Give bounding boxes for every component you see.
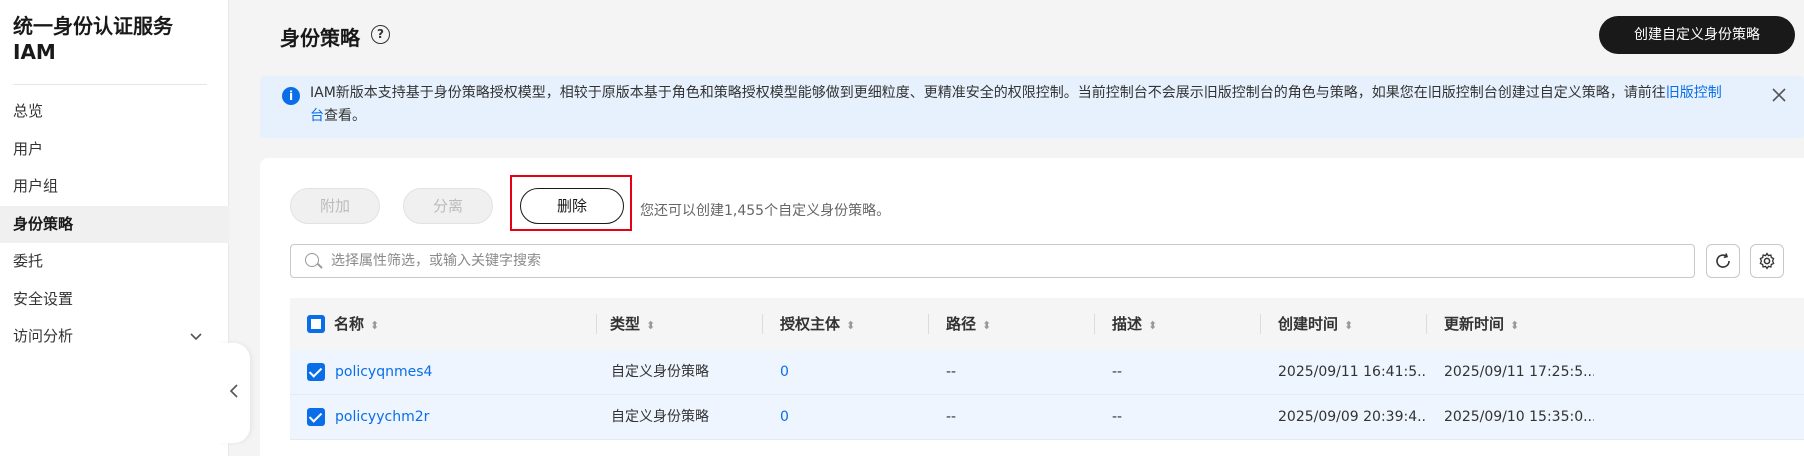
sidebar: 统一身份认证服务 IAM 总览 用户 用户组 身份策略 委托 安全设置 访问分析 <box>0 0 229 456</box>
detach-button[interactable]: 分离 <box>403 188 493 224</box>
column-header-type[interactable]: 类型 ⬍ <box>610 298 655 350</box>
service-title: 统一身份认证服务 IAM <box>13 13 213 65</box>
policy-table: 名称 ⬍ 类型 ⬍ 授权主体 ⬍ 路径 ⬍ 描述 ⬍ 创建时间 ⬍ 更新时间 ⬍ policy… <box>290 298 1804 440</box>
notice-text-tail: 查看。 <box>324 108 366 124</box>
gear-icon <box>1758 250 1776 271</box>
sidebar-item-label: 总览 <box>13 102 44 120</box>
column-divider <box>596 314 597 334</box>
policy-description: -- <box>1112 364 1123 380</box>
chevron-left-icon <box>229 383 239 404</box>
policy-description: -- <box>1112 409 1123 425</box>
sidebar-item-identity-policies[interactable]: 身份策略 <box>0 205 229 243</box>
help-icon[interactable]: ? <box>371 25 390 44</box>
quota-text: 您还可以创建1,455个自定义身份策略。 <box>640 203 891 219</box>
search-placeholder: 选择属性筛选，或输入关键字搜索 <box>331 253 541 269</box>
search-icon <box>305 253 319 267</box>
column-header-path[interactable]: 路径 ⬍ <box>946 298 991 350</box>
refresh-icon <box>1714 250 1732 271</box>
sort-icon: ⬍ <box>846 319 856 332</box>
sidebar-item-security-settings[interactable]: 安全设置 <box>0 281 229 319</box>
created-time: 2025/09/11 16:41:5... <box>1278 364 1426 380</box>
policy-name-link[interactable]: policyqnmes4 <box>335 350 595 395</box>
column-header-name[interactable]: 名称 ⬍ <box>334 298 379 350</box>
column-label: 更新时间 <box>1444 315 1505 333</box>
page-title: 身份策略 <box>280 26 360 50</box>
sidebar-divider <box>13 84 207 85</box>
column-divider <box>928 314 929 334</box>
principals-count-link[interactable]: 0 <box>780 350 920 395</box>
sidebar-item-label: 安全设置 <box>13 289 74 308</box>
column-label: 授权主体 <box>780 315 841 333</box>
sidebar-item-access-analysis[interactable]: 访问分析 <box>0 318 229 356</box>
column-divider <box>1260 314 1261 334</box>
settings-button[interactable] <box>1750 244 1784 278</box>
table-row[interactable]: policyychm2r 自定义身份策略 0 -- -- 2025/09/09 … <box>290 395 1804 440</box>
column-header-description[interactable]: 描述 ⬍ <box>1112 298 1157 350</box>
app-root: 统一身份认证服务 IAM 总览 用户 用户组 身份策略 委托 安全设置 访问分析… <box>0 0 1804 456</box>
sidebar-collapse-handle[interactable] <box>218 343 250 443</box>
policy-path: -- <box>946 364 957 380</box>
close-icon[interactable] <box>1772 82 1786 108</box>
column-header-principals[interactable]: 授权主体 ⬍ <box>780 298 855 350</box>
column-header-updated[interactable]: 更新时间 ⬍ <box>1444 298 1519 350</box>
notice-text: IAM新版本支持基于身份策略授权模型，相较于原版本基于角色和策略授权模型能够做到… <box>310 82 1730 128</box>
notice-text-main: IAM新版本支持基于身份策略授权模型，相较于原版本基于角色和策略授权模型能够做到… <box>310 85 1666 101</box>
search-input[interactable]: 选择属性筛选，或输入关键字搜索 <box>290 244 1695 278</box>
created-time: 2025/09/09 20:39:4... <box>1278 409 1426 425</box>
sort-icon: ⬍ <box>1148 319 1158 332</box>
chevron-down-icon <box>189 318 203 356</box>
column-label: 名称 <box>334 315 365 333</box>
table-header: 名称 ⬍ 类型 ⬍ 授权主体 ⬍ 路径 ⬍ 描述 ⬍ 创建时间 ⬍ 更新时间 ⬍ <box>290 298 1804 350</box>
sidebar-item-label: 用户组 <box>13 177 59 195</box>
attach-button[interactable]: 附加 <box>290 188 380 224</box>
column-divider <box>1094 314 1095 334</box>
policy-list-card: 附加 分离 删除 您还可以创建1,455个自定义身份策略。 选择属性筛选，或输入… <box>260 158 1804 456</box>
create-custom-policy-button[interactable]: 创建自定义身份策略 <box>1599 16 1795 54</box>
row-checkbox[interactable] <box>307 408 325 426</box>
column-divider <box>1426 314 1427 334</box>
info-notice: i IAM新版本支持基于身份策略授权模型，相较于原版本基于角色和策略授权模型能够… <box>260 76 1804 138</box>
principals-count-link[interactable]: 0 <box>780 395 920 440</box>
policy-type: 自定义身份策略 <box>611 409 709 425</box>
updated-time: 2025/09/11 17:25:5... <box>1444 364 1594 380</box>
column-label: 描述 <box>1112 315 1143 333</box>
select-all-checkbox[interactable] <box>307 315 325 333</box>
column-header-created[interactable]: 创建时间 ⬍ <box>1278 298 1353 350</box>
sidebar-item-users[interactable]: 用户 <box>0 131 229 169</box>
column-label: 路径 <box>946 315 977 333</box>
table-row[interactable]: policyqnmes4 自定义身份策略 0 -- -- 2025/09/11 … <box>290 350 1804 395</box>
updated-time: 2025/09/10 15:35:0... <box>1444 409 1594 425</box>
sort-icon: ⬍ <box>370 319 380 332</box>
info-icon: i <box>282 87 300 105</box>
sidebar-item-label: 身份策略 <box>13 214 74 233</box>
refresh-button[interactable] <box>1706 244 1740 278</box>
sort-icon: ⬍ <box>982 319 992 332</box>
policy-name-link[interactable]: policyychm2r <box>335 395 595 440</box>
sidebar-item-agencies[interactable]: 委托 <box>0 243 229 281</box>
service-title-line2: IAM <box>13 40 56 64</box>
column-divider <box>762 314 763 334</box>
service-title-line1: 统一身份认证服务 <box>13 14 173 38</box>
highlight-box <box>510 175 632 231</box>
sidebar-item-label: 委托 <box>13 252 44 270</box>
sidebar-nav: 总览 用户 用户组 身份策略 委托 安全设置 访问分析 <box>0 93 229 356</box>
sidebar-item-label: 用户 <box>13 139 44 158</box>
sidebar-item-label: 访问分析 <box>13 327 74 345</box>
sort-icon: ⬍ <box>1510 319 1520 332</box>
sidebar-item-user-groups[interactable]: 用户组 <box>0 168 229 206</box>
column-label: 类型 <box>610 315 641 333</box>
policy-type: 自定义身份策略 <box>611 364 709 380</box>
column-label: 创建时间 <box>1278 315 1339 333</box>
sidebar-item-overview[interactable]: 总览 <box>0 93 229 131</box>
sort-icon: ⬍ <box>1344 319 1354 332</box>
row-checkbox[interactable] <box>307 363 325 381</box>
policy-path: -- <box>946 409 957 425</box>
sort-icon: ⬍ <box>646 319 656 332</box>
